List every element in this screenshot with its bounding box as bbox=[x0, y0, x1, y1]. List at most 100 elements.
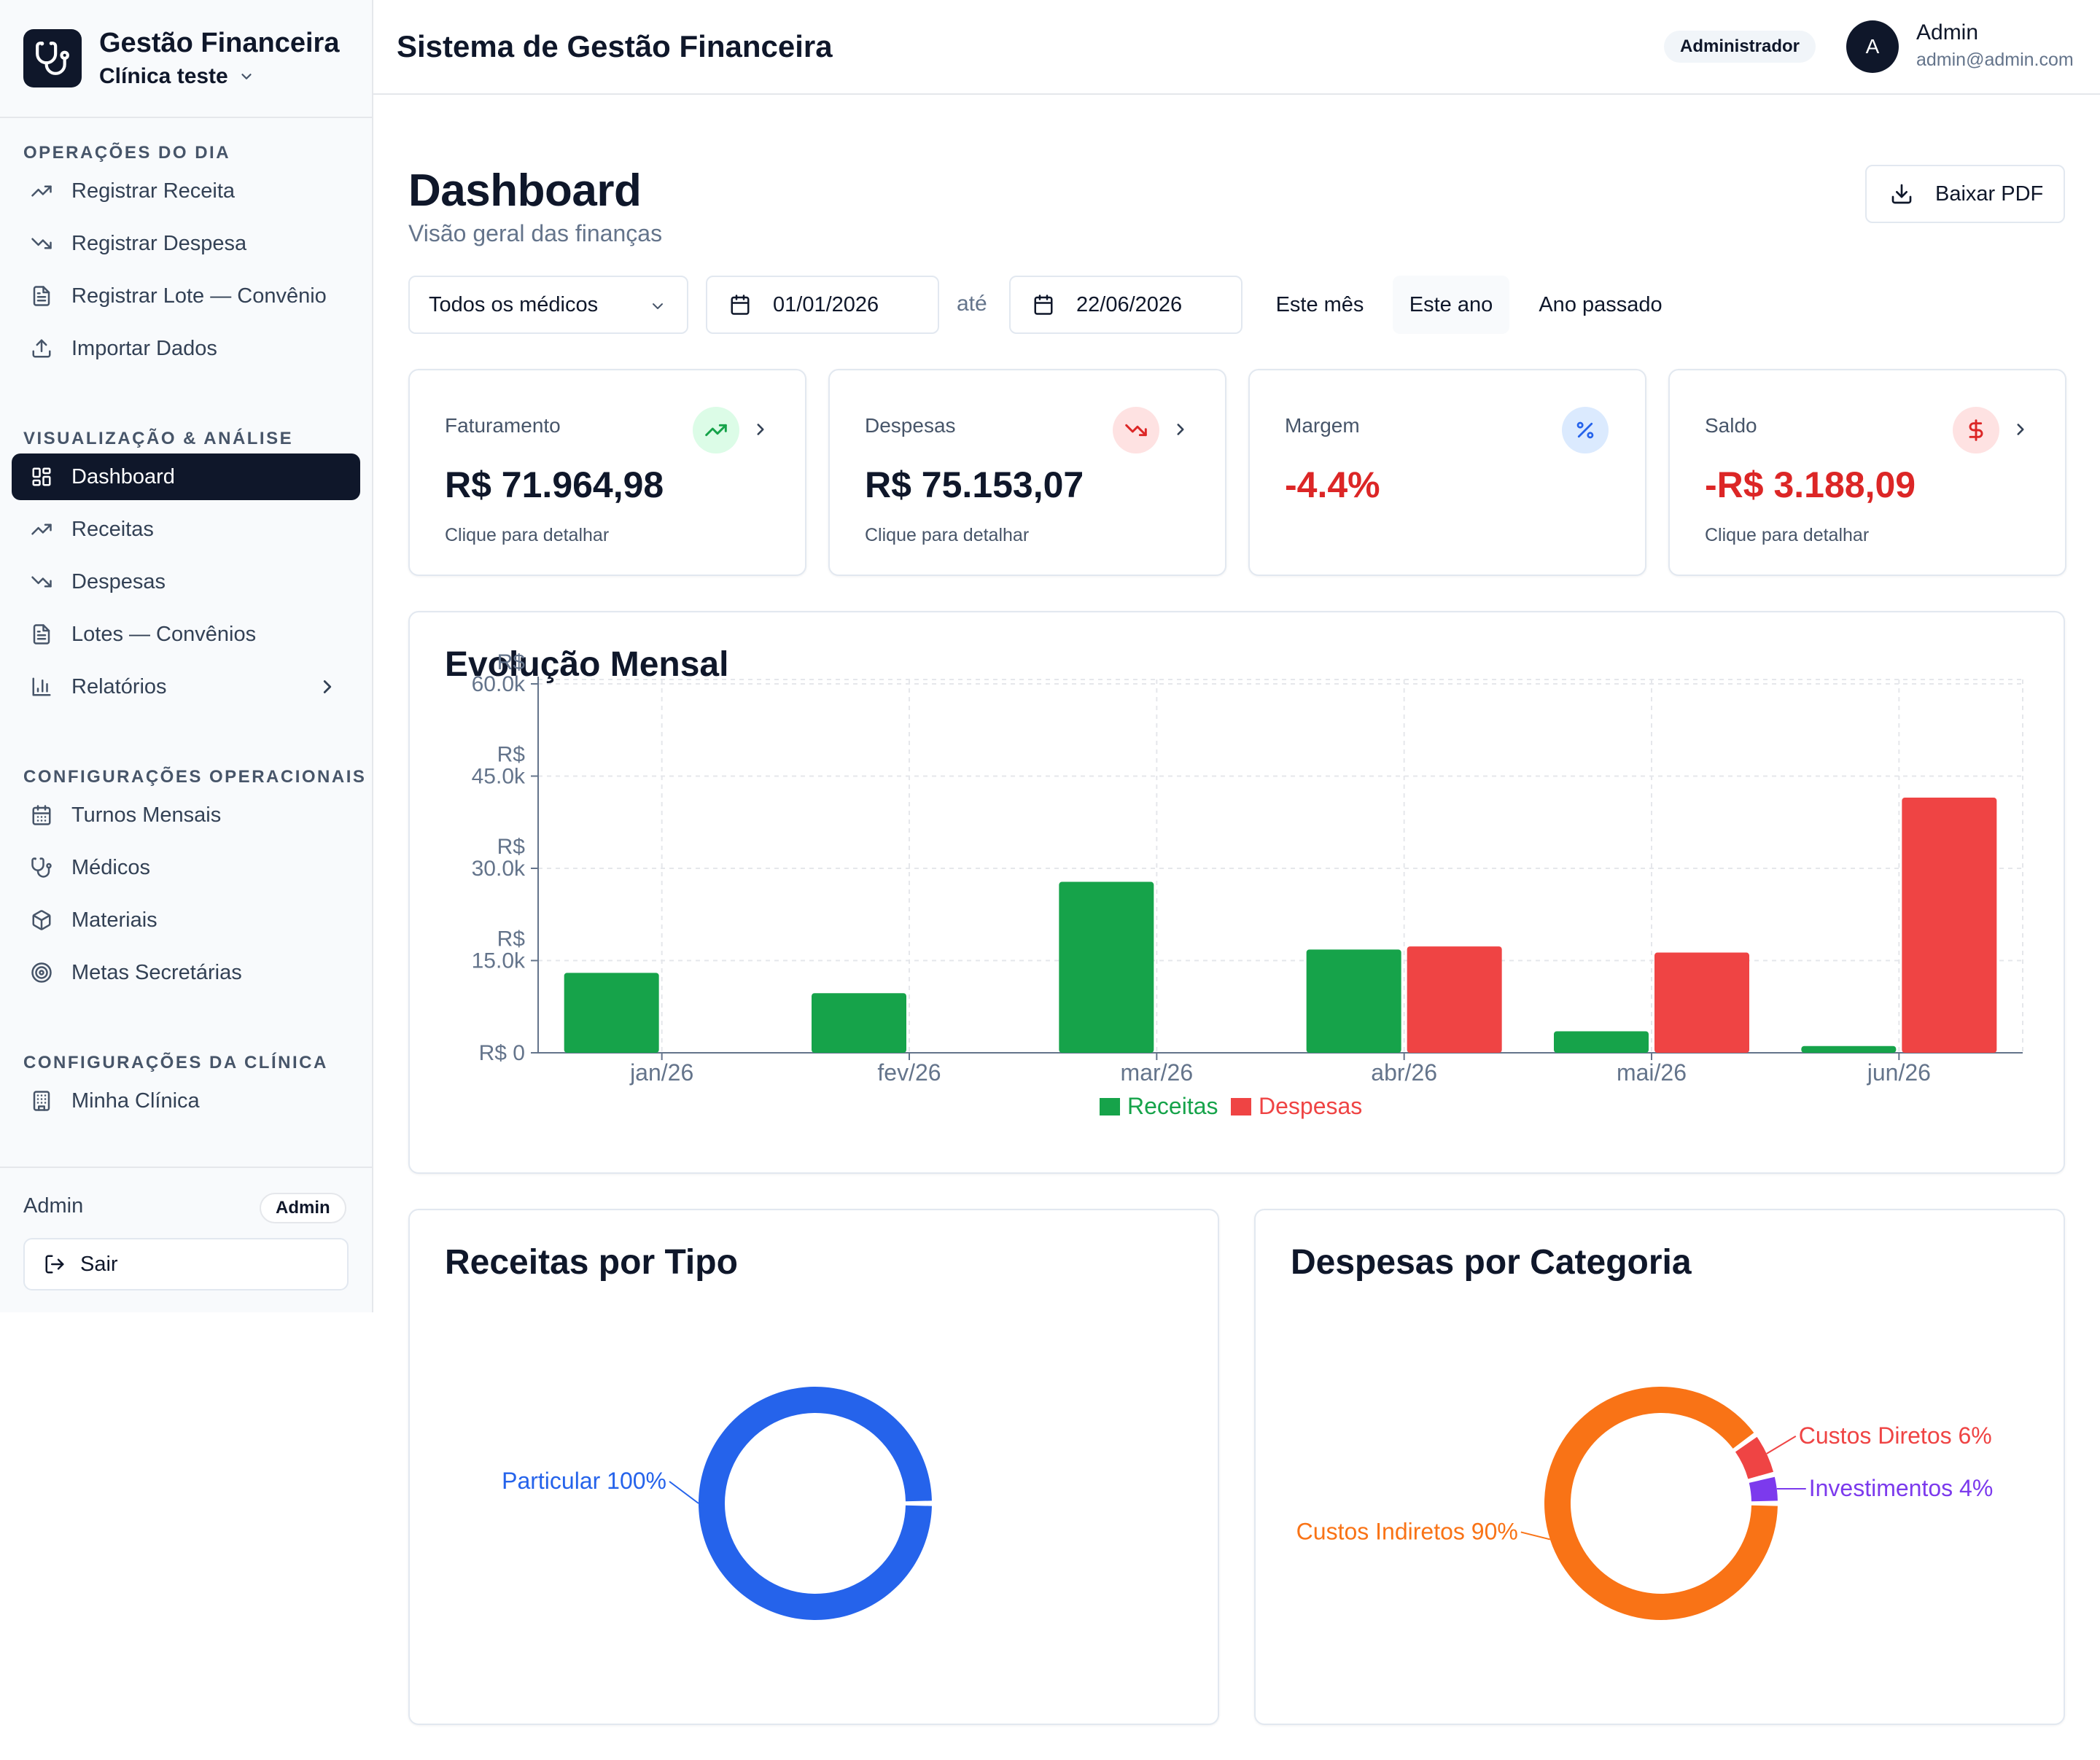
x-tick-label: mai/26 bbox=[1617, 1059, 1687, 1086]
donut-slice-custos-indiretos bbox=[1544, 1386, 1778, 1620]
brand-header: Gestão Financeira Clínica teste bbox=[0, 0, 372, 118]
page-subtitle: Visão geral das finanças bbox=[408, 220, 663, 246]
sidebar-item-metas-secretarias[interactable]: Metas Secretárias bbox=[12, 949, 360, 996]
legend-swatch-despesas bbox=[1231, 1098, 1251, 1115]
clinic-selector[interactable]: Clínica teste bbox=[99, 64, 254, 89]
sidebar-item-label: Turnos Mensais bbox=[71, 803, 222, 827]
period-this-month-button[interactable]: Este mês bbox=[1261, 276, 1378, 334]
donut-slice-particular bbox=[699, 1387, 932, 1620]
trending-up-icon bbox=[693, 407, 739, 453]
kpi-value: R$ 71.964,98 bbox=[445, 464, 664, 505]
kpi-card-faturamento[interactable]: Faturamento R$ 71.964,98 Clique para det… bbox=[408, 369, 806, 576]
sidebar-section-title: VISUALIZAÇÃO & ANÁLISE bbox=[23, 429, 294, 448]
bar-receitas-abr-26 bbox=[1306, 949, 1401, 1053]
sidebar-item-lotes-convenios[interactable]: Lotes — Convênios bbox=[12, 611, 360, 658]
date-from-input[interactable]: 01/01/2026 bbox=[706, 276, 939, 334]
percent-icon bbox=[1562, 407, 1609, 453]
sidebar-item-registrar-despesa[interactable]: Registrar Despesa bbox=[12, 220, 360, 267]
sidebar-section-title: CONFIGURAÇÕES DA CLÍNICA bbox=[23, 1053, 328, 1072]
date-to-input[interactable]: 22/06/2026 bbox=[1009, 276, 1242, 334]
expenses-by-category-donut: Custos Indiretos 90% Custos Diretos 6% Inv… bbox=[1296, 1386, 1993, 1620]
trending-down-icon bbox=[29, 231, 54, 256]
header-title: Sistema de Gestão Financeira bbox=[397, 29, 833, 63]
x-tick-label: jun/26 bbox=[1867, 1059, 1931, 1086]
y-tick-label: R$ 30.0k bbox=[472, 835, 526, 881]
doctor-select[interactable]: Todos os médicos bbox=[408, 276, 688, 334]
sidebar-item-turnos-mensais[interactable]: Turnos Mensais bbox=[12, 792, 360, 838]
sidebar-item-medicos[interactable]: Médicos bbox=[12, 844, 360, 891]
sidebar-footer: Admin Admin Sair bbox=[0, 1167, 372, 1312]
sidebar-item-label: Registrar Lote — Convênio bbox=[71, 284, 327, 308]
logout-button[interactable]: Sair bbox=[23, 1238, 349, 1290]
header-user-name: Admin bbox=[1916, 20, 1979, 44]
y-tick-label-amount: 60.0k bbox=[472, 672, 526, 696]
download-icon bbox=[1891, 184, 1912, 204]
bar-despesas-jun-26 bbox=[1902, 798, 1997, 1053]
kpi-value: R$ 75.153,07 bbox=[865, 464, 1084, 505]
kpi-card-saldo[interactable]: Saldo -R$ 3.188,09 Clique para detalhar bbox=[1668, 369, 2066, 576]
sidebar-item-despesas[interactable]: Despesas bbox=[12, 558, 360, 605]
stethoscope-logo-icon bbox=[23, 29, 82, 87]
avatar[interactable]: A bbox=[1846, 20, 1899, 73]
period-last-year-button[interactable]: Ano passado bbox=[1524, 276, 1677, 334]
bar-receitas-fev-26 bbox=[812, 993, 906, 1053]
sidebar-item-minha-clinica[interactable]: Minha Clínica bbox=[12, 1078, 360, 1124]
calendar-icon bbox=[731, 295, 750, 315]
donut-label: Custos Diretos 6% bbox=[1799, 1422, 1992, 1449]
logout-label: Sair bbox=[80, 1252, 118, 1276]
sidebar-section-title: OPERAÇÕES DO DIA bbox=[23, 143, 231, 163]
kpi-hint: Clique para detalhar bbox=[865, 525, 1030, 545]
donut-slice-investimentos bbox=[1749, 1476, 1778, 1502]
kpi-label: Faturamento bbox=[445, 414, 561, 437]
sidebar-item-relatorios[interactable]: Relatórios bbox=[12, 663, 360, 710]
target-icon bbox=[29, 960, 54, 985]
revenue-by-type-card: Receitas por Tipo Particular 100% bbox=[408, 1209, 1219, 1725]
download-pdf-button[interactable]: Baixar PDF bbox=[1865, 165, 2065, 223]
sidebar-item-registrar-lote-convenio[interactable]: Registrar Lote — Convênio bbox=[12, 273, 360, 319]
sidebar-item-registrar-receita[interactable]: Registrar Receita bbox=[12, 168, 360, 214]
y-tick-label-amount: 45.0k bbox=[472, 765, 526, 789]
sidebar-item-dashboard[interactable]: Dashboard bbox=[12, 453, 360, 500]
sidebar-item-label: Despesas bbox=[71, 569, 166, 593]
chevron-right-icon bbox=[323, 680, 332, 693]
logout-icon bbox=[45, 1255, 64, 1274]
kpi-hint: Clique para detalhar bbox=[445, 525, 610, 545]
chevron-right-icon bbox=[757, 424, 764, 435]
donut-slice-custos-diretos bbox=[1735, 1436, 1774, 1479]
dashboard-grid-icon bbox=[29, 464, 54, 489]
sidebar-item-label: Metas Secretárias bbox=[71, 960, 242, 984]
bar-despesas-mai-26 bbox=[1654, 952, 1749, 1053]
kpi-card-despesas[interactable]: Despesas R$ 75.153,07 Clique para detalh… bbox=[828, 369, 1226, 576]
donut-label-leader bbox=[1520, 1531, 1551, 1541]
sidebar-item-label: Registrar Receita bbox=[71, 179, 236, 203]
sidebar-item-materiais[interactable]: Materiais bbox=[12, 897, 360, 943]
legend-label-receitas: Receitas bbox=[1127, 1093, 1218, 1119]
bar-despesas-abr-26 bbox=[1407, 946, 1502, 1053]
bar-receitas-mai-26 bbox=[1554, 1031, 1649, 1053]
calendar-icon bbox=[29, 803, 54, 828]
expenses-by-category-card: Despesas por Categoria Custos Indiretos … bbox=[1254, 1209, 2065, 1725]
bar-chart-icon bbox=[29, 674, 54, 699]
sidebar: Gestão Financeira Clínica teste OPERAÇÕE… bbox=[0, 0, 373, 1312]
y-tick-label-amount: 15.0k bbox=[472, 949, 526, 973]
chevron-right-icon bbox=[2017, 424, 2024, 435]
chevron-down-icon bbox=[653, 303, 663, 309]
sidebar-item-receitas[interactable]: Receitas bbox=[12, 506, 360, 553]
upload-icon bbox=[29, 336, 54, 361]
sidebar-item-label: Relatórios bbox=[71, 674, 167, 698]
sidebar-section-title: CONFIGURAÇÕES OPERACIONAIS bbox=[23, 767, 367, 787]
bar-receitas-jan-26 bbox=[564, 973, 659, 1053]
file-text-icon bbox=[29, 622, 54, 647]
trending-down-icon bbox=[29, 569, 54, 594]
kpi-label: Saldo bbox=[1705, 414, 1757, 437]
chevron-right-icon bbox=[1177, 424, 1184, 435]
building-icon bbox=[29, 1089, 54, 1113]
page-title: Dashboard bbox=[408, 166, 642, 216]
app-title: Gestão Financeira bbox=[99, 28, 340, 58]
dollar-icon bbox=[1953, 407, 1999, 453]
legend-label-despesas: Despesas bbox=[1259, 1093, 1362, 1119]
sidebar-item-importar-dados[interactable]: Importar Dados bbox=[12, 325, 360, 372]
trending-up-icon bbox=[29, 517, 54, 542]
sidebar-item-label: Minha Clínica bbox=[71, 1089, 200, 1113]
period-this-year-button[interactable]: Este ano bbox=[1393, 276, 1509, 334]
